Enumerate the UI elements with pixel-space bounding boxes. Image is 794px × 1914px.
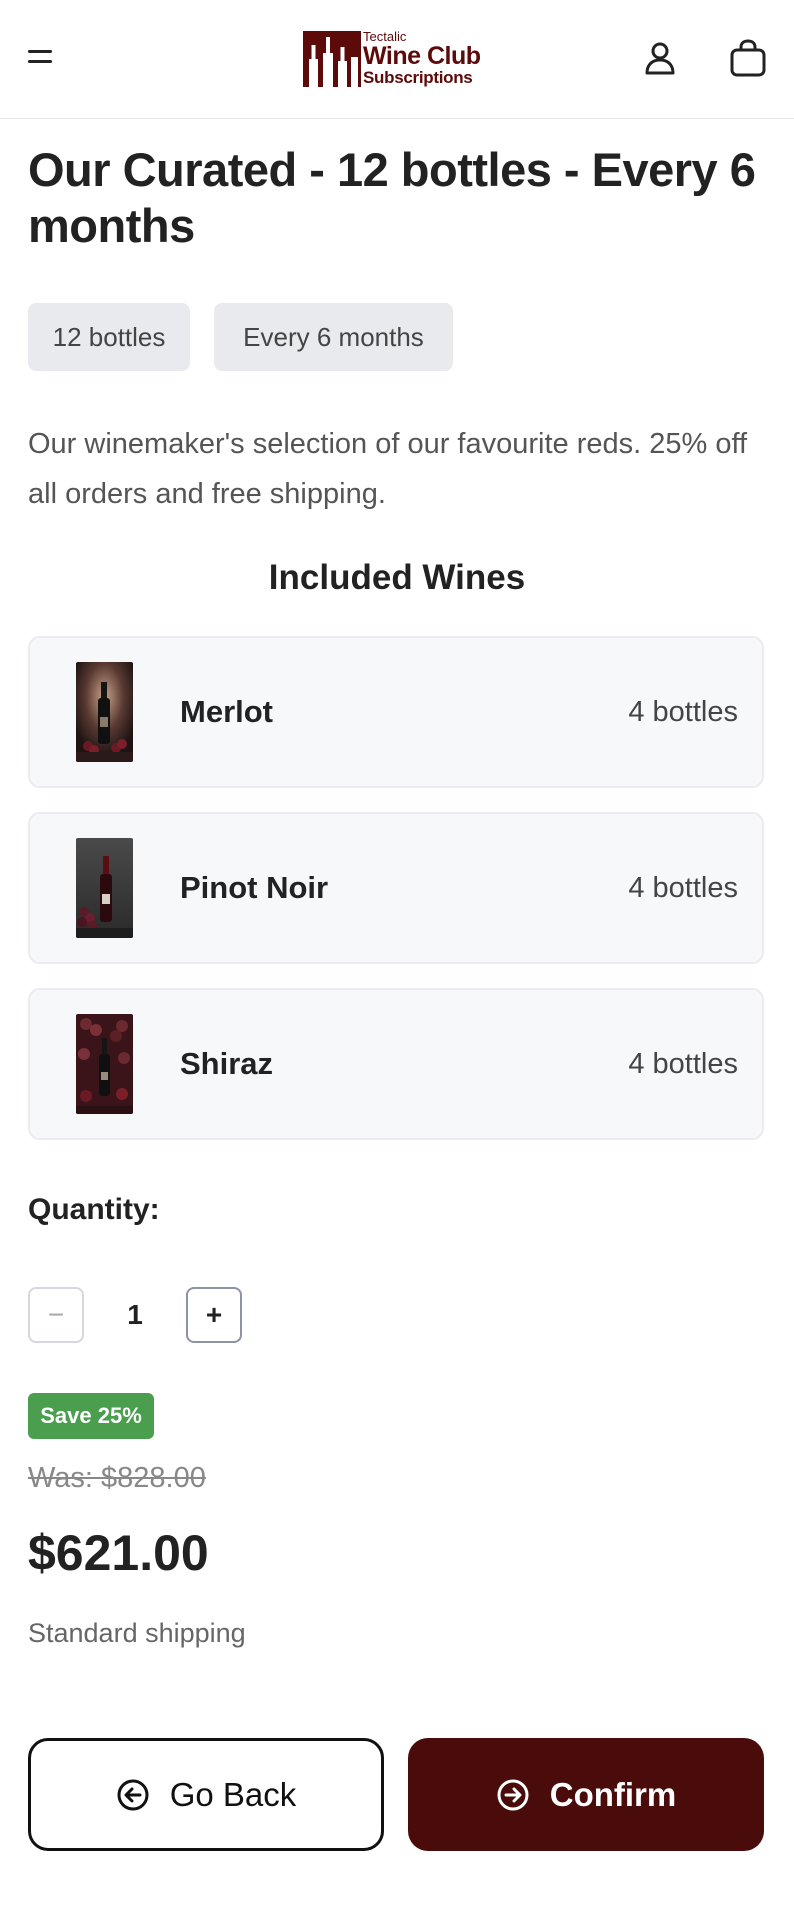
- arrow-right-circle-icon: [497, 1779, 529, 1810]
- wine-bottles-logo-icon: [303, 31, 361, 87]
- wine-card-pinot-noir: Pinot Noir 4 bottles: [28, 812, 764, 964]
- go-back-button[interactable]: Go Back: [28, 1738, 384, 1851]
- site-logo[interactable]: Tectalic Wine Club Subscriptions: [303, 28, 485, 88]
- confirm-label: Confirm: [549, 1775, 677, 1813]
- product-description: Our winemaker's selection of our favouri…: [28, 428, 748, 510]
- wine-name: Merlot: [180, 694, 273, 729]
- hamburger-menu-icon[interactable]: [26, 46, 56, 70]
- wine-quantity: 4 bottles: [628, 872, 738, 904]
- site-header: Tectalic Wine Club Subscriptions: [0, 0, 794, 119]
- pinot-noir-bottle-image: [76, 838, 133, 938]
- quantity-increase-button[interactable]: +: [186, 1287, 242, 1343]
- merlot-bottle-image: [76, 662, 133, 762]
- save-badge: Save 25%: [28, 1393, 154, 1439]
- included-wines-heading: Included Wines: [268, 558, 526, 597]
- go-back-label: Go Back: [169, 1775, 297, 1813]
- shipping-info: Standard shipping: [28, 1618, 246, 1648]
- wine-quantity: 4 bottles: [628, 696, 738, 728]
- logo-brand-main: Wine Club: [363, 42, 481, 70]
- logo-brand-sub: Subscriptions: [363, 68, 473, 87]
- user-account-icon[interactable]: [642, 40, 678, 76]
- bottles-chip: 12 bottles: [28, 303, 190, 371]
- wine-name: Shiraz: [180, 1046, 274, 1081]
- wine-name: Pinot Noir: [180, 870, 329, 905]
- shopping-bag-icon[interactable]: [728, 38, 768, 78]
- quantity-value: 1: [127, 1299, 143, 1330]
- current-price: $621.00: [28, 1525, 209, 1581]
- shiraz-bottle-image: [76, 1014, 133, 1114]
- quantity-decrease-button[interactable]: −: [28, 1287, 84, 1343]
- frequency-chip: Every 6 months: [214, 303, 453, 371]
- wine-card-shiraz: Shiraz 4 bottles: [28, 988, 764, 1140]
- wine-card-merlot: Merlot 4 bottles: [28, 636, 764, 788]
- quantity-label: Quantity:: [28, 1193, 160, 1226]
- wine-quantity: 4 bottles: [628, 1048, 738, 1080]
- original-price: Was: $828.00: [28, 1462, 206, 1494]
- arrow-left-circle-icon: [117, 1779, 149, 1810]
- product-title: Our Curated - 12 bottles - Every 6 month…: [28, 143, 756, 252]
- confirm-button[interactable]: Confirm: [408, 1738, 764, 1851]
